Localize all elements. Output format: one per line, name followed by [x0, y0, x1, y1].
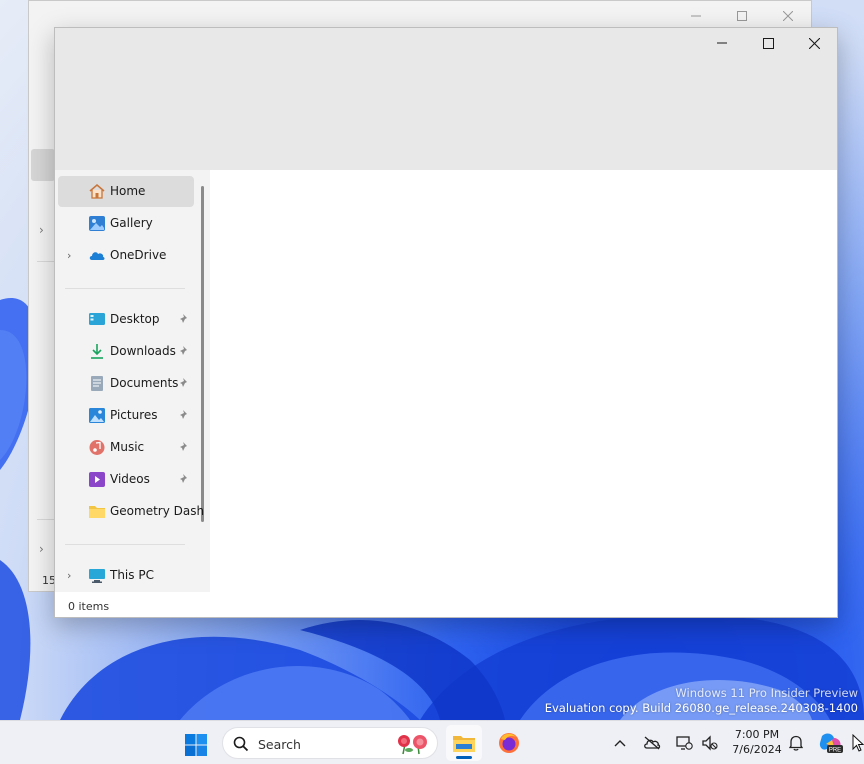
close-icon: [783, 11, 793, 21]
mouse-cursor-icon: [852, 733, 864, 753]
computer-monitor-icon: [89, 569, 105, 583]
nav-divider: [65, 288, 185, 289]
maximize-icon: [762, 37, 774, 49]
video-icon: [89, 472, 105, 487]
nav-item-onedrive[interactable]: › OneDrive: [58, 240, 194, 271]
nav-item-label: Documents: [110, 376, 179, 390]
show-hidden-icons-chevron-up-icon[interactable]: [610, 733, 630, 753]
nav-item-home[interactable]: Home: [58, 176, 194, 207]
taskbar-firefox[interactable]: [491, 725, 527, 761]
navigation-pane[interactable]: Home Gallery › OneDrive Desktop Download…: [55, 170, 210, 592]
nav-item-label: Gallery: [110, 216, 153, 230]
maximize-button[interactable]: [745, 28, 791, 58]
minimize-button[interactable]: [699, 28, 745, 58]
pin-icon[interactable]: [178, 345, 190, 357]
svg-text:PRE: PRE: [829, 748, 841, 754]
file-list-area[interactable]: [210, 170, 837, 617]
status-item-count: 0 items: [68, 600, 110, 613]
file-explorer-window[interactable]: Home Gallery › OneDrive Desktop Download…: [54, 27, 838, 618]
nav-item-label: OneDrive: [110, 248, 167, 262]
desktop-folder-icon: [89, 313, 105, 325]
nav-item-desktop[interactable]: Desktop: [58, 304, 194, 335]
nav-item-downloads[interactable]: Downloads: [58, 336, 194, 367]
pin-icon[interactable]: [178, 409, 190, 421]
chevron-right-icon[interactable]: ›: [39, 223, 44, 237]
nav-item-label: Music: [110, 440, 145, 454]
close-button[interactable]: [791, 28, 837, 58]
pin-icon[interactable]: [178, 377, 190, 389]
title-bar[interactable]: [55, 28, 837, 170]
onedrive-cloud-icon: [89, 252, 105, 260]
nav-item-geometry-dash[interactable]: Geometry Dash: [58, 496, 204, 527]
minimize-icon: [717, 42, 727, 44]
evaluation-watermark: Windows 11 Pro Insider Preview Evaluatio…: [545, 686, 858, 716]
search-highlight-flower-icon: [398, 735, 427, 755]
nav-item-label: Videos: [110, 472, 150, 486]
chevron-right-icon[interactable]: ›: [67, 249, 77, 262]
minimize-icon: [691, 15, 701, 17]
music-icon: [89, 440, 105, 455]
pin-icon[interactable]: [178, 441, 190, 453]
close-icon: [808, 37, 820, 49]
taskbar: Search 7:00 PM 7/6/2024 PRE: [0, 720, 864, 764]
chevron-right-icon[interactable]: ›: [67, 569, 77, 582]
pin-icon[interactable]: [178, 313, 190, 325]
nav-item-label: Home: [110, 184, 146, 198]
document-icon: [91, 376, 103, 391]
nav-item-label: Pictures: [110, 408, 158, 422]
volume-muted-icon[interactable]: [700, 733, 720, 753]
active-app-indicator: [456, 756, 472, 759]
folder-icon: [89, 506, 105, 518]
clock-time: 7:00 PM: [734, 728, 780, 741]
nav-item-music[interactable]: Music: [58, 432, 194, 463]
back-nav-divider: [37, 261, 55, 262]
nav-item-this-pc[interactable]: › This PC: [58, 560, 194, 591]
back-selected-nav-item[interactable]: [31, 149, 55, 181]
clock-date: 7/6/2024: [732, 743, 782, 756]
back-nav-divider: [37, 519, 55, 520]
picture-icon: [89, 408, 105, 423]
nav-item-label: Geometry Dash: [110, 504, 205, 518]
watermark-line-1: Windows 11 Pro Insider Preview: [675, 686, 858, 700]
pin-icon[interactable]: [178, 473, 190, 485]
nav-item-label: Downloads: [110, 344, 176, 358]
copilot-pre-icon[interactable]: PRE: [818, 733, 844, 754]
firefox-icon: [499, 733, 519, 753]
maximize-icon: [737, 11, 747, 21]
taskbar-file-explorer[interactable]: [446, 725, 482, 761]
onedrive-offline-icon[interactable]: [642, 733, 662, 753]
home-icon: [89, 184, 105, 199]
taskbar-search-box[interactable]: Search: [222, 727, 438, 759]
start-button[interactable]: [184, 733, 208, 757]
nav-divider: [65, 544, 185, 545]
notification-bell-icon[interactable]: [786, 733, 806, 753]
search-icon: [233, 736, 249, 752]
search-placeholder: Search: [258, 737, 301, 752]
nav-item-videos[interactable]: Videos: [58, 464, 194, 495]
download-arrow-icon: [91, 344, 103, 359]
navigation-scrollbar[interactable]: [201, 186, 204, 522]
chevron-right-icon[interactable]: ›: [39, 542, 44, 556]
nav-item-documents[interactable]: Documents: [58, 368, 194, 399]
nav-item-pictures[interactable]: Pictures: [58, 400, 194, 431]
network-display-icon[interactable]: [674, 733, 694, 753]
taskbar-clock[interactable]: 7:00 PM 7/6/2024: [728, 727, 786, 757]
nav-item-label: Desktop: [110, 312, 160, 326]
watermark-line-2: Evaluation copy. Build 26080.ge_release.…: [544, 701, 858, 715]
nav-item-gallery[interactable]: Gallery: [58, 208, 194, 239]
nav-item-label: This PC: [110, 568, 154, 582]
file-explorer-folder-icon: [453, 736, 475, 752]
gallery-icon: [89, 216, 105, 231]
